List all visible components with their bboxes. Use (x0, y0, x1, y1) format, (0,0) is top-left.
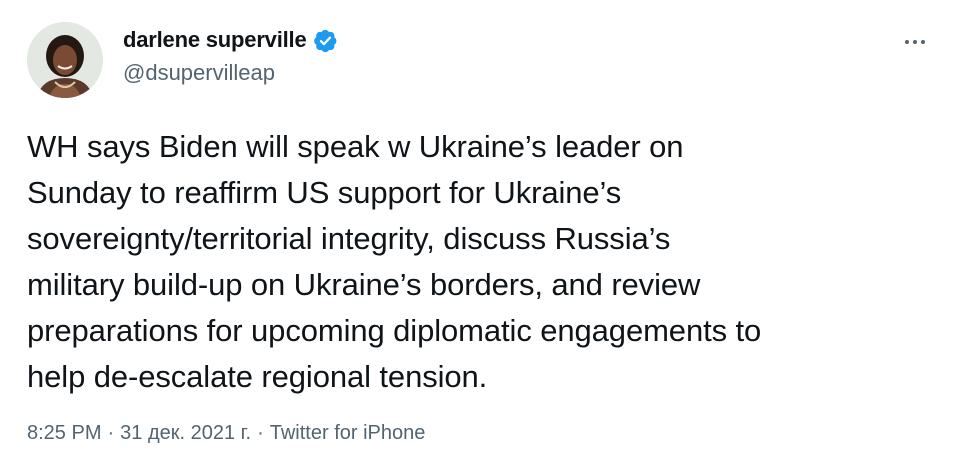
more-dot (905, 40, 909, 44)
tweet-text-line: military build-up on Ukraine’s borders, … (27, 267, 701, 302)
tweet-date[interactable]: 31 дек. 2021 г. (120, 422, 251, 444)
tweet-text: WH says Biden will speak w Ukraine’s lea… (27, 124, 927, 400)
author-name-row: darlene superville (123, 27, 338, 53)
author-display-name[interactable]: darlene superville (123, 27, 307, 53)
meta-separator: · (107, 422, 115, 444)
meta-separator: · (257, 422, 264, 444)
tweet-text-line: WH says Biden will speak w Ukraine’s lea… (27, 129, 684, 164)
more-dot (913, 40, 917, 44)
tweet-card: darlene superville @dsupervilleap WH say… (0, 0, 954, 460)
tweet-text-line: help de-escalate regional tension. (27, 359, 488, 394)
author-handle[interactable]: @dsupervilleap (123, 60, 275, 86)
tweet-time[interactable]: 8:25 PM (27, 422, 101, 444)
tweet-meta: 8:25 PM · 31 дек. 2021 г. · Twitter for iPho… (27, 420, 425, 446)
verified-badge-icon (313, 28, 338, 53)
more-options-icon[interactable] (898, 32, 932, 52)
avatar-photo (27, 22, 103, 98)
tweet-source[interactable]: Twitter for iPhone (270, 422, 426, 444)
tweet-text-line: sovereignty/territorial integrity, discu… (27, 221, 671, 256)
tweet-text-line: Sunday to reaffirm US support for Ukrain… (27, 175, 622, 210)
more-dot (921, 40, 925, 44)
tweet-text-line: preparations for upcoming diplomatic eng… (27, 313, 762, 348)
author-avatar[interactable] (27, 22, 103, 98)
